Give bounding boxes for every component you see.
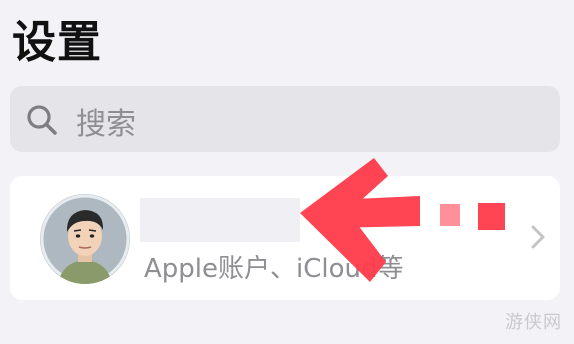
- page-title: 设置: [12, 17, 102, 68]
- search-bar[interactable]: 搜索: [10, 86, 560, 152]
- apple-account-row[interactable]: Apple账户、iCloud等: [10, 176, 560, 300]
- account-name-redacted: [140, 198, 300, 242]
- search-placeholder: 搜索: [76, 107, 136, 142]
- watermark: 游侠网: [505, 312, 562, 333]
- search-icon: [27, 105, 57, 135]
- chevron-right-icon: [531, 225, 545, 249]
- account-subtitle: Apple账户、iCloud等: [144, 254, 404, 284]
- avatar[interactable]: [40, 194, 130, 284]
